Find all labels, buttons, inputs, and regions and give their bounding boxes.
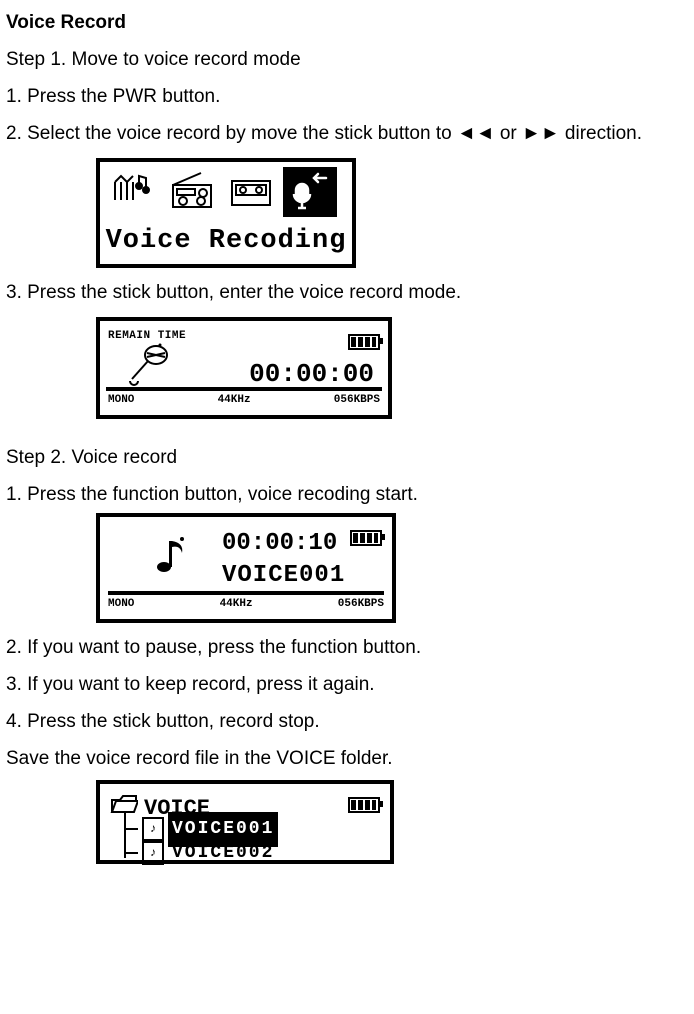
battery-icon [350, 522, 382, 559]
freq-label: 44KHz [218, 390, 251, 411]
step1-item-1: 1. Press the PWR button. [6, 78, 688, 115]
cassette-icon [224, 167, 278, 217]
step2-item-3: 3. If you want to keep record, press it … [6, 666, 688, 703]
step2-item-1: 1. Press the function button, voice reco… [6, 476, 688, 513]
figure1-caption: Voice Recoding [100, 215, 352, 268]
figure-remain-time: REMAIN TIME 00:00:00 MONO 44KHz 056KBPS [96, 317, 392, 419]
step1-item-3: 3. Press the stick button, enter the voi… [6, 274, 688, 311]
freq-label: 44KHz [220, 594, 253, 615]
step2-item-4: 4. Press the stick button, record stop. [6, 703, 688, 740]
figure-recording: 00:00:10 VOICE001 MONO 44KHz 056KBPS [96, 513, 396, 623]
voice-record-icon [283, 167, 337, 217]
music-note-icon [150, 535, 192, 590]
bitrate-label: 056KBPS [338, 594, 384, 615]
bitrate-label: 056KBPS [334, 390, 380, 411]
step2-item-5: Save the voice record file in the VOICE … [6, 740, 688, 777]
step1-heading: Step 1. Move to voice record mode [6, 41, 688, 78]
battery-icon [348, 789, 380, 826]
page-title: Voice Record [6, 4, 688, 41]
step1-item-2: 2. Select the voice record by move the s… [6, 115, 688, 152]
mono-label: MONO [108, 594, 134, 615]
mono-label: MONO [108, 390, 134, 411]
step2-heading: Step 2. Voice record [6, 439, 688, 476]
figure-folder: VOICE ♪ VOICE001 ♪ VOICE002 [96, 780, 394, 864]
step2-item-2: 2. If you want to pause, press the funct… [6, 629, 688, 666]
file-icon: ♪ [142, 841, 164, 865]
figure-mode-select: Voice Recoding [96, 158, 356, 268]
radio-icon [165, 167, 219, 217]
music-icon [106, 167, 160, 217]
file-2: VOICE002 [168, 836, 278, 871]
